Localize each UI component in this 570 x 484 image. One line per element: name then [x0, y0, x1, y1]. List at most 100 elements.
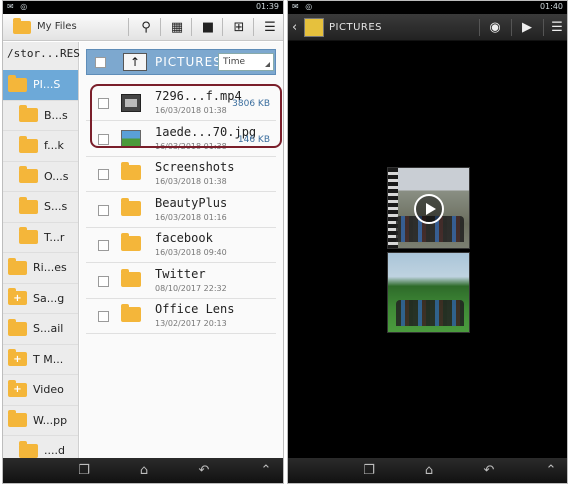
status-time: 01:39: [255, 2, 279, 11]
current-path: /stor...RES: [7, 47, 80, 60]
folder-icon: [19, 105, 38, 123]
camera-icon[interactable]: ◉: [485, 19, 505, 36]
sidebar-folder-item[interactable]: O...s: [3, 162, 78, 192]
home-icon[interactable]: ⌂: [133, 463, 155, 478]
row-checkbox[interactable]: [98, 275, 109, 287]
chevron-up-icon[interactable]: ⌃: [540, 463, 562, 478]
app-title: My Files: [37, 21, 77, 32]
row-checkbox[interactable]: [98, 311, 109, 322]
folder-icon: [121, 233, 141, 251]
sidebar-item-label: B...s: [44, 108, 68, 122]
file-row[interactable]: Screenshots 16/03/2018 01:38: [86, 157, 276, 192]
sidebar-folder-item[interactable]: B...s: [3, 101, 78, 131]
divider: [253, 18, 254, 36]
sidebar-folder-item[interactable]: S...ail: [3, 314, 78, 345]
folder-plus-icon: +: [8, 349, 27, 367]
folder-plus-icon: +: [8, 288, 27, 306]
divider: [479, 19, 480, 36]
folder-icon: [8, 318, 27, 336]
sidebar-folder-item[interactable]: S...s: [3, 192, 78, 223]
sort-dropdown[interactable]: Time: [218, 53, 274, 71]
file-date: 16/03/2018 01:38: [155, 177, 227, 186]
back-chevron-icon[interactable]: ‹: [292, 20, 297, 35]
sidebar-item-label: Sa...g: [33, 291, 65, 305]
image-thumbnail[interactable]: [387, 252, 470, 333]
album-thumbnail[interactable]: [304, 18, 324, 37]
grid-view-icon[interactable]: ▦: [166, 18, 188, 37]
file-row[interactable]: Office Lens 13/02/2017 20:13: [86, 299, 276, 334]
row-checkbox[interactable]: [98, 240, 109, 251]
folder-icon: [19, 440, 38, 458]
file-date: 16/03/2018 09:40: [155, 248, 227, 257]
sidebar-folder-item[interactable]: + Video: [3, 375, 78, 406]
file-date: 13/02/2017 20:13: [155, 319, 227, 328]
folder-icon: [8, 74, 27, 92]
menu-icon[interactable]: ☰: [547, 19, 567, 36]
my-files-screen: ✉ ◎ 01:39 My Files ⚲ ▦ ■ ⊞ ☰ /stor...RES…: [2, 0, 284, 484]
sidebar-item-label: S...s: [44, 200, 68, 214]
folder-icon: [121, 197, 141, 216]
file-row[interactable]: facebook 16/03/2018 09:40: [86, 228, 276, 263]
file-row[interactable]: BeautyPlus 16/03/2018 01:16: [86, 193, 276, 228]
sidebar-folder-item[interactable]: T...r: [3, 223, 78, 253]
folder-icon: [8, 257, 27, 275]
sidebar-item-label: S...ail: [33, 322, 64, 336]
sidebar-item-label: T M...: [33, 352, 64, 366]
divider: [543, 19, 544, 36]
folder-icon: [121, 162, 141, 180]
notification-icons: ✉ ◎: [292, 2, 315, 11]
sidebar-folder-item[interactable]: f...k: [3, 131, 78, 162]
sidebar-item-label: f...k: [44, 139, 64, 153]
my-files-app-icon: [13, 18, 31, 34]
divider: [128, 18, 129, 36]
divider: [191, 18, 192, 36]
divider: [160, 18, 161, 36]
folder-icon: [19, 135, 38, 153]
gallery-screen: ✉ ◎ 01:40 ‹ PICTURES ◉ ▶ ☰ ❐ ⌂ ↶ ⌃: [287, 0, 568, 484]
slideshow-play-icon[interactable]: ▶: [517, 19, 537, 36]
row-checkbox[interactable]: [98, 169, 109, 180]
back-icon[interactable]: ↶: [478, 463, 500, 478]
play-icon[interactable]: [414, 194, 444, 224]
sidebar-folder-item[interactable]: W...pp: [3, 406, 78, 436]
up-folder-button[interactable]: ↑: [123, 53, 147, 71]
search-icon[interactable]: ⚲: [135, 18, 157, 37]
sidebar-folder-item[interactable]: + Sa...g: [3, 284, 78, 314]
recent-apps-icon[interactable]: ❐: [358, 463, 380, 478]
video-thumbnail[interactable]: [387, 167, 470, 249]
folder-plus-icon: +: [8, 379, 27, 397]
folder-icon: [121, 268, 141, 287]
top-toolbar: My Files ⚲ ▦ ■ ⊞ ☰: [3, 14, 283, 41]
photo-scene: [396, 300, 464, 326]
add-shortcut-icon[interactable]: ⊞: [228, 18, 250, 37]
file-name: Screenshots: [155, 160, 235, 174]
row-checkbox[interactable]: [98, 204, 109, 216]
sidebar-item-label: O...s: [44, 169, 69, 183]
sidebar-folder-item[interactable]: PI...S: [3, 70, 78, 101]
folder-icon: [19, 227, 38, 245]
menu-icon[interactable]: ☰: [259, 18, 281, 37]
selection-highlight: [90, 84, 282, 148]
file-name: BeautyPlus: [155, 195, 228, 210]
file-date: 08/10/2017 22:32: [155, 283, 227, 293]
status-bar: ✉ ◎ 01:40: [288, 1, 567, 14]
sidebar-item-label: PI...S: [33, 78, 61, 92]
notification-icons: ✉ ◎: [7, 2, 30, 11]
sidebar-folder-item[interactable]: Ri...es: [3, 253, 78, 284]
home-icon[interactable]: ⌂: [418, 463, 440, 478]
back-icon[interactable]: ↶: [193, 463, 215, 478]
select-all-checkbox[interactable]: [95, 57, 106, 68]
folder-tree-sidebar: /stor...RES PI...S B...s f...k O...s S...s T.…: [3, 42, 80, 467]
folder-icon: [8, 410, 27, 428]
file-name: Twitter: [155, 266, 206, 281]
album-title: PICTURES: [329, 22, 383, 33]
sidebar-item-label: ....d: [44, 444, 65, 458]
sidebar-folder-item[interactable]: + T M...: [3, 345, 78, 375]
folder-icon: [19, 196, 38, 214]
list-header: ↑ PICTURES Time: [86, 49, 276, 75]
file-row[interactable]: Twitter 08/10/2017 22:32: [86, 264, 276, 299]
new-folder-icon[interactable]: ■: [197, 18, 219, 37]
sidebar-item-label: Ri...es: [33, 261, 67, 275]
recent-apps-icon[interactable]: ❐: [73, 463, 95, 478]
chevron-up-icon[interactable]: ⌃: [255, 463, 277, 478]
